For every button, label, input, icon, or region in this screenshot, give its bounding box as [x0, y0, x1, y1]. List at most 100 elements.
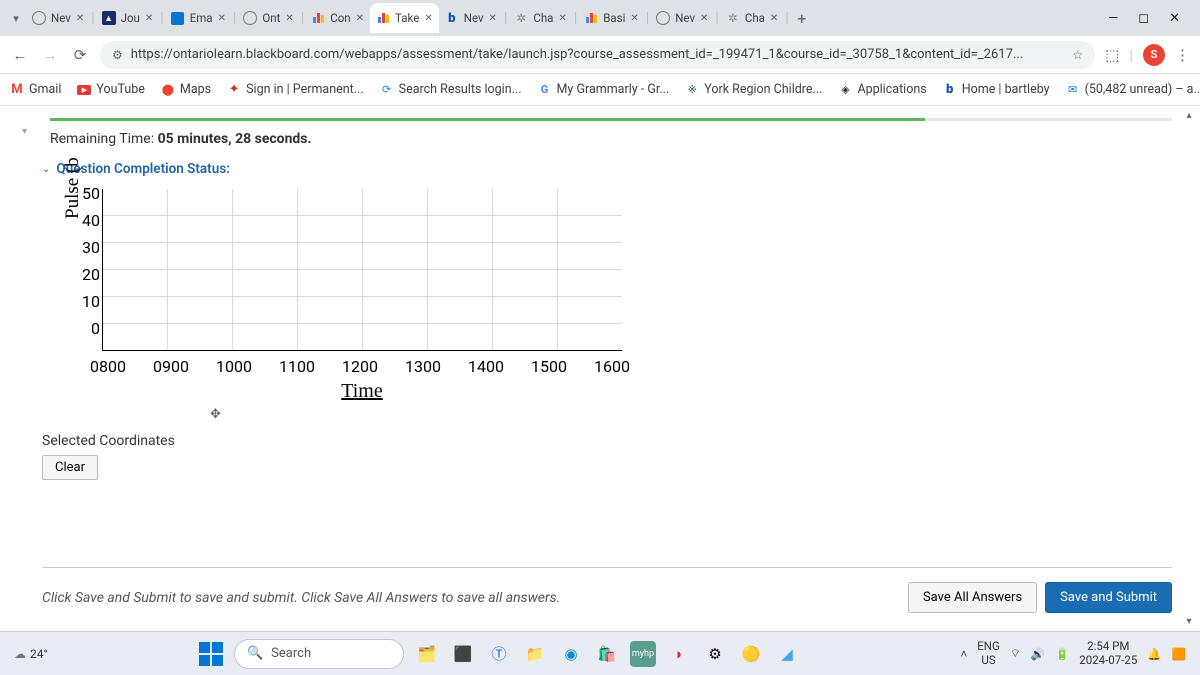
- bookmark-youtube[interactable]: ▶YouTube: [77, 82, 145, 97]
- bookmark-maps[interactable]: ⬤Maps: [161, 82, 211, 97]
- diamond-icon: ◈: [838, 83, 852, 97]
- bookmark-permanent[interactable]: ✦Sign in | Permanent...: [227, 82, 364, 97]
- tab-close-icon[interactable]: ✕: [76, 13, 84, 24]
- favicon-bartleby-icon: b: [445, 11, 459, 25]
- notifications-icon[interactable]: 🔔: [1147, 647, 1161, 661]
- favicon-flower-icon: ✲: [726, 11, 740, 25]
- tray-chevron-up-icon[interactable]: ˄: [961, 647, 968, 661]
- weather-widget[interactable]: ☁ 24°: [14, 647, 48, 661]
- x-tick: 0800: [90, 357, 126, 376]
- tab-close-icon[interactable]: ✕: [700, 13, 708, 24]
- pulse-time-chart[interactable]: Pulse (b 50 40 30 20 10 0 0800 0900 1000…: [102, 189, 642, 403]
- forward-button[interactable]: →: [40, 46, 60, 64]
- menu-kebab-icon[interactable]: ⋮: [1175, 46, 1190, 64]
- x-tick: 0900: [153, 357, 189, 376]
- tab-close-icon[interactable]: ✕: [489, 13, 497, 24]
- collapse-handle-icon[interactable]: ▾: [22, 126, 27, 137]
- tab-close-icon[interactable]: ✕: [630, 13, 638, 24]
- reload-button[interactable]: ⟳: [70, 46, 90, 64]
- clock-time: 2:54 PM: [1087, 640, 1129, 653]
- language-indicator[interactable]: ENG US: [977, 640, 1000, 666]
- clear-button[interactable]: Clear: [42, 455, 98, 480]
- taskbar-app-icon[interactable]: 📁: [522, 641, 548, 667]
- window-maximize-icon[interactable]: ◻: [1138, 11, 1149, 26]
- remaining-time-text: Remaining Time: 05 minutes, 28 seconds.: [50, 131, 1172, 147]
- bookmark-label: My Grammarly - Gr...: [557, 82, 670, 97]
- battery-icon[interactable]: 🔋: [1055, 647, 1069, 661]
- tab-title: Ont: [262, 11, 280, 25]
- browser-tab[interactable]: Nev✕: [650, 3, 714, 33]
- bookmark-york-region[interactable]: ※York Region Childre...: [685, 82, 822, 97]
- search-icon: 🔍: [247, 646, 263, 661]
- bookmark-label: YouTube: [96, 82, 145, 97]
- browser-tab[interactable]: bNev✕: [439, 3, 503, 33]
- taskbar-search[interactable]: 🔍 Search: [234, 639, 404, 669]
- timer-prefix: Remaining Time:: [50, 131, 154, 147]
- taskbar-app-icon[interactable]: 🗂️: [414, 641, 440, 667]
- taskbar-app-icon[interactable]: ◢: [774, 641, 800, 667]
- start-button[interactable]: [198, 641, 224, 667]
- toolbar-separator: |: [1129, 46, 1133, 64]
- tab-title: Jou: [121, 11, 140, 25]
- chart-plot-area[interactable]: [102, 189, 622, 351]
- bookmarks-bar: MGmail ▶YouTube ⬤Maps ✦Sign in | Permane…: [0, 74, 1200, 106]
- taskbar-chrome-icon[interactable]: 🟡: [738, 641, 764, 667]
- maple-leaf-icon: ✦: [227, 83, 241, 97]
- new-tab-button[interactable]: +: [790, 9, 814, 28]
- wifi-icon[interactable]: ⌔: [1010, 646, 1021, 661]
- site-settings-icon[interactable]: ⚙: [112, 48, 123, 62]
- browser-tab[interactable]: Basi✕: [578, 3, 645, 33]
- browser-tab[interactable]: Nev✕: [26, 3, 90, 33]
- taskbar-app-icon[interactable]: myhp: [630, 641, 656, 667]
- tab-close-icon[interactable]: ✕: [424, 13, 432, 24]
- browser-tab[interactable]: Ema✕: [165, 3, 232, 33]
- weather-cloud-icon: ☁: [14, 647, 26, 661]
- browser-tab[interactable]: ▲Jou✕: [96, 3, 160, 33]
- taskbar-settings-icon[interactable]: ⚙: [702, 641, 728, 667]
- submission-footer: Click Save and Submit to save and submit…: [42, 567, 1172, 631]
- bookmark-star-icon[interactable]: ☆: [1072, 48, 1083, 62]
- selected-coordinates-label: Selected Coordinates: [42, 433, 1172, 449]
- bookmark-applications[interactable]: ◈Applications: [838, 82, 926, 97]
- address-bar[interactable]: ⚙ https://ontariolearn.blackboard.com/we…: [100, 41, 1095, 69]
- taskbar-edge-icon[interactable]: ◉: [558, 641, 584, 667]
- y-axis-ticks: 50 40 30 20 10 0: [78, 184, 100, 346]
- save-and-submit-button[interactable]: Save and Submit: [1045, 582, 1172, 613]
- tab-close-icon[interactable]: ✕: [285, 13, 293, 24]
- tab-close-icon[interactable]: ✕: [218, 13, 226, 24]
- tab-close-icon[interactable]: ✕: [558, 13, 566, 24]
- window-minimize-icon[interactable]: —: [1108, 11, 1118, 26]
- taskbar-app-icon[interactable]: Ⓣ: [486, 641, 512, 667]
- browser-tab[interactable]: Con✕: [305, 3, 370, 33]
- extensions-icon[interactable]: ⬚: [1105, 46, 1119, 64]
- bookmark-grammarly[interactable]: GMy Grammarly - Gr...: [538, 82, 670, 97]
- bookmark-mail-unread[interactable]: ✉(50,482 unread) – a...: [1066, 82, 1200, 97]
- volume-icon[interactable]: 🔊: [1031, 647, 1045, 661]
- tab-close-icon[interactable]: ✕: [356, 13, 364, 24]
- question-completion-toggle[interactable]: ⌄ Question Completion Status:: [42, 161, 1172, 177]
- copilot-icon[interactable]: 🟧: [1172, 647, 1186, 661]
- bookmark-gmail[interactable]: MGmail: [10, 82, 61, 97]
- x-tick: 1300: [405, 357, 441, 376]
- save-all-answers-button[interactable]: Save All Answers: [908, 582, 1037, 613]
- browser-tab[interactable]: ✲Cha✕: [720, 3, 784, 33]
- x-tick: 1500: [531, 357, 567, 376]
- bookmark-search-results[interactable]: ⟳Search Results login...: [380, 82, 522, 97]
- tab-close-icon[interactable]: ✕: [145, 13, 153, 24]
- bookmark-bartleby[interactable]: bHome | bartleby: [943, 82, 1050, 97]
- browser-tab[interactable]: ✲Cha✕: [508, 3, 572, 33]
- clock[interactable]: 2:54 PM 2024-07-25: [1079, 640, 1137, 666]
- tab-close-icon[interactable]: ✕: [770, 13, 778, 24]
- profile-avatar[interactable]: S: [1143, 44, 1165, 66]
- tab-list-dropdown-icon[interactable]: ▾: [6, 12, 26, 25]
- taskbar-store-icon[interactable]: 🛍️: [594, 641, 620, 667]
- browser-tab-active[interactable]: Take✕: [370, 3, 439, 33]
- loop-icon: ⟳: [380, 83, 394, 97]
- window-close-icon[interactable]: ✕: [1169, 11, 1180, 26]
- taskbar-app-icon[interactable]: ⬛: [450, 641, 476, 667]
- taskbar-app-icon[interactable]: ◗: [666, 641, 692, 667]
- back-button[interactable]: ←: [10, 46, 30, 64]
- timer-progress-bar: [50, 118, 1172, 121]
- browser-tab[interactable]: Ont ✕: [237, 3, 299, 33]
- favicon-circle-icon: [243, 11, 257, 25]
